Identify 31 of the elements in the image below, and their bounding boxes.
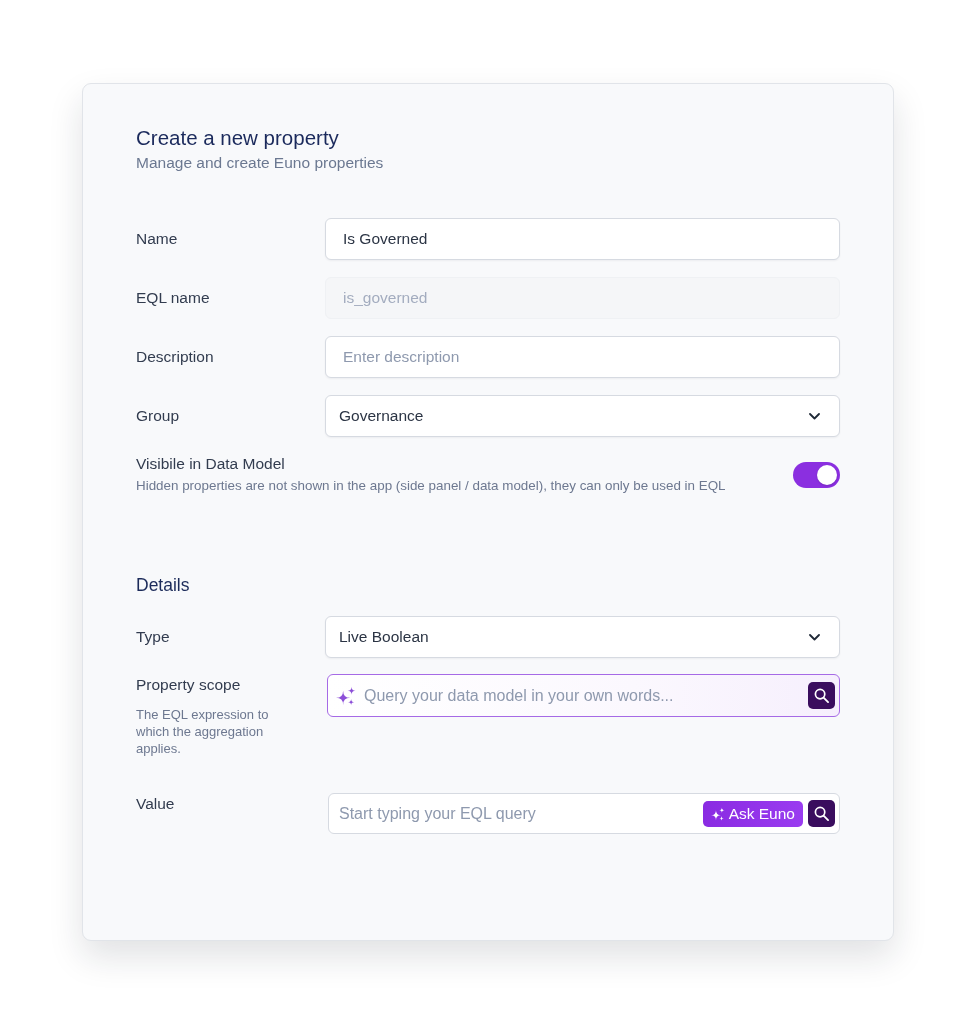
field-label: EQL name <box>136 288 211 308</box>
sparkle-icon <box>710 806 725 821</box>
field-label: Value <box>136 794 176 814</box>
form-title: Create a new property <box>136 126 340 150</box>
query-field[interactable]: Start typing your EQL query Ask Euno <box>328 793 840 834</box>
query-input[interactable]: Query your data model in your own words... <box>364 683 800 708</box>
search-icon <box>814 688 829 703</box>
field-label: Property scope <box>136 675 242 695</box>
text-input[interactable]: Enter description <box>325 336 840 378</box>
field-label: Name <box>136 229 179 249</box>
select-dropdown[interactable]: Live Boolean <box>325 616 840 658</box>
toggle-label: Visibile in Data Model <box>136 454 286 474</box>
field-label: Description <box>136 347 215 367</box>
section-heading: Details <box>136 574 191 596</box>
ai-query-field[interactable]: Query your data model in your own words... <box>327 674 840 717</box>
query-input[interactable]: Start typing your EQL query <box>339 801 698 826</box>
field-label: Type <box>136 627 171 647</box>
text-input[interactable]: Is Governed <box>325 218 840 260</box>
field-label: Group <box>136 406 181 426</box>
form-subtitle: Manage and create Euno properties <box>136 153 385 173</box>
chevron-down-icon <box>809 412 820 420</box>
field-hint: The EQL expression to which the aggregation applies. <box>136 706 270 757</box>
toggle-hint: Hidden properties are not shown in the app (side panel / data model), they can only be used in EQL <box>136 477 726 495</box>
search-icon <box>814 806 829 821</box>
search-button[interactable] <box>808 682 835 709</box>
sparkle-icon <box>336 685 356 706</box>
ask-button[interactable]: Ask Euno <box>702 800 803 827</box>
toggle-switch[interactable] <box>793 461 840 488</box>
select-dropdown[interactable]: Governance <box>325 395 840 437</box>
search-button[interactable] <box>808 800 835 827</box>
chevron-down-icon <box>809 633 820 641</box>
